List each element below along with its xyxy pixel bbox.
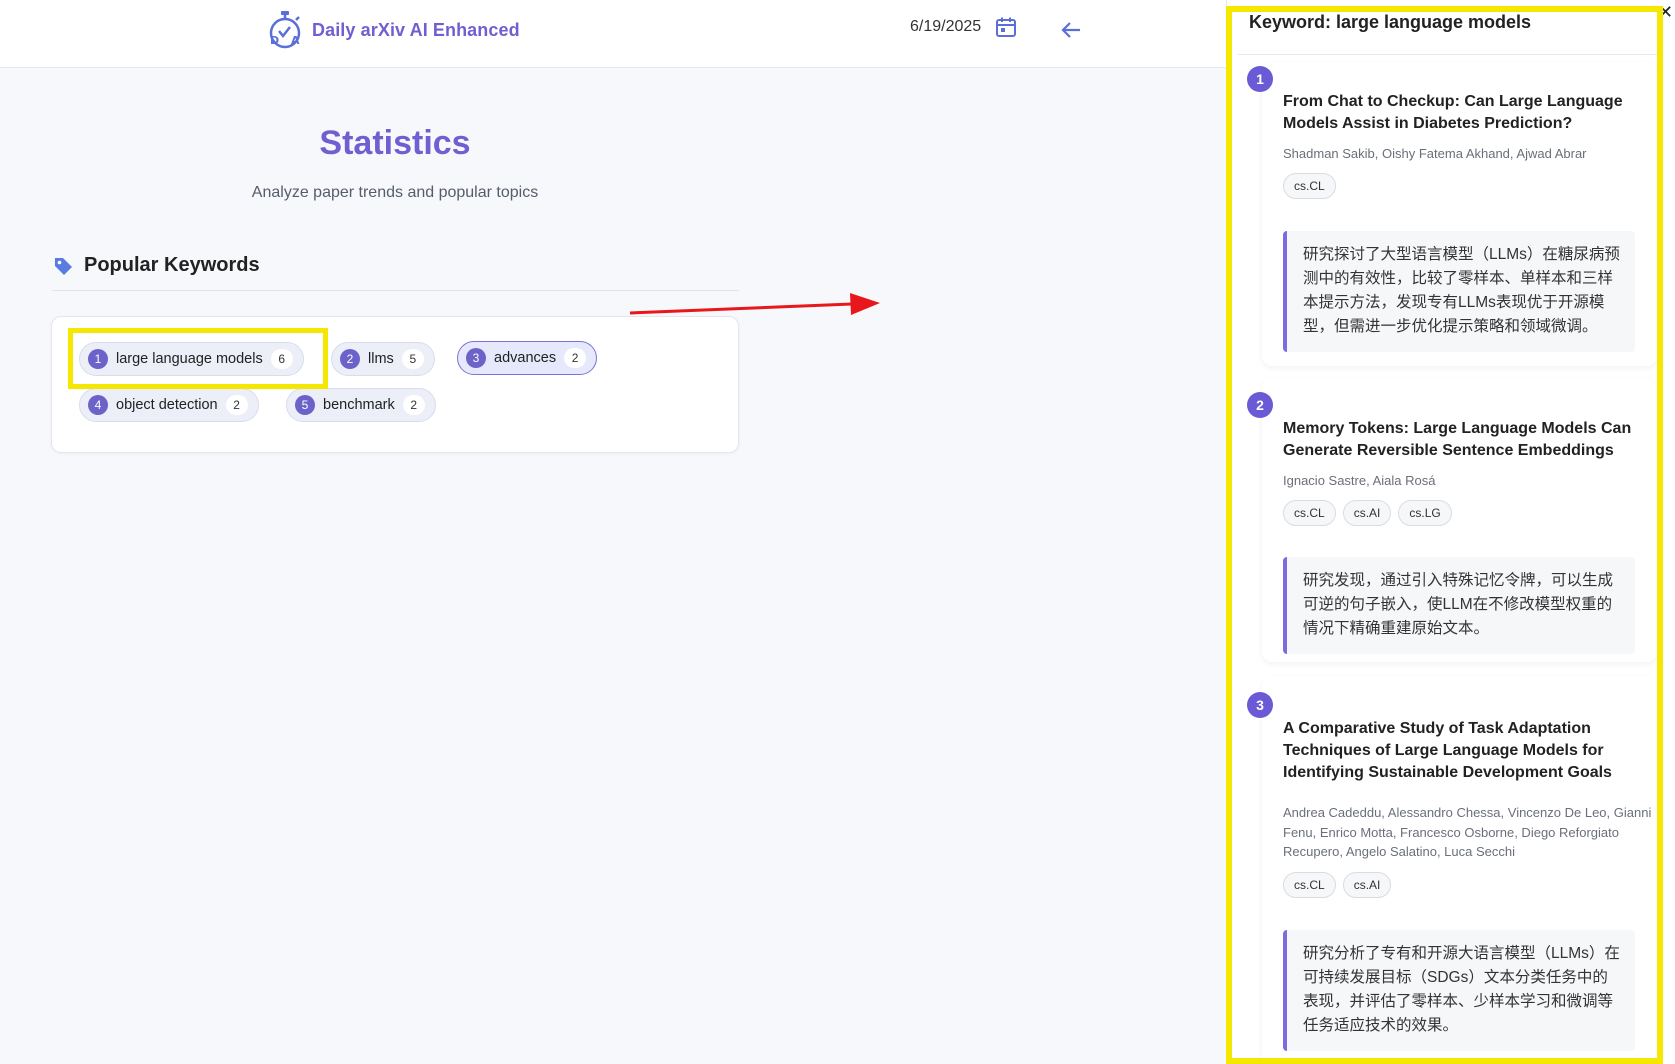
page-title: Statistics <box>319 124 471 162</box>
keyword-chip-llms[interactable]: 2 llms 5 <box>331 342 435 376</box>
paper-authors: Andrea Cadeddu, Alessandro Chessa, Vince… <box>1283 805 1652 859</box>
paper-title[interactable]: A Comparative Study of Task Adaptation T… <box>1283 718 1653 784</box>
category-tag: cs.CL <box>1283 872 1336 898</box>
keywords-card <box>51 316 739 453</box>
keyword-count: 5 <box>401 349 424 369</box>
app-title: Daily arXiv AI Enhanced <box>312 19 520 40</box>
page-subtitle: Analyze paper trends and popular topics <box>251 184 539 201</box>
date-picker[interactable]: 6/19/2025 <box>910 14 1019 40</box>
category-list: cs.CL <box>1283 173 1336 199</box>
paper-title[interactable]: Memory Tokens: Large Language Models Can… <box>1283 418 1653 462</box>
panel-title: Keyword: large language models <box>1249 12 1532 32</box>
section-title: Popular Keywords <box>84 254 260 276</box>
keyword-rank: 3 <box>466 348 486 368</box>
panel-divider <box>1238 54 1658 55</box>
keyword-label: benchmark <box>323 397 395 413</box>
paper-summary: 研究发现，通过引入特殊记忆令牌，可以生成可逆的句子嵌入，使LLM在不修改模型权重… <box>1283 557 1635 654</box>
keyword-label: object detection <box>116 397 218 413</box>
category-list: cs.CL cs.AI cs.LG <box>1283 500 1452 526</box>
calendar-icon[interactable] <box>993 14 1019 40</box>
keyword-chip-advances[interactable]: 3 advances 2 <box>457 341 598 375</box>
keyword-rank: 1 <box>88 349 108 369</box>
category-list: cs.CL cs.AI <box>1283 872 1392 898</box>
paper-rank: 3 <box>1247 692 1273 718</box>
close-icon[interactable]: ✕ <box>1658 2 1674 22</box>
keyword-chip-large-language-models[interactable]: 1 large language models 6 <box>79 342 304 376</box>
stopwatch-logo-icon: D A <box>266 10 304 50</box>
category-tag: cs.CL <box>1283 173 1336 199</box>
keyword-count: 2 <box>564 348 587 368</box>
keyword-chip-benchmark[interactable]: 5 benchmark 2 <box>286 388 436 422</box>
back-arrow-icon[interactable] <box>1058 17 1084 43</box>
top-header: D A Daily arXiv AI Enhanced 6/19/2025 <box>0 0 1226 68</box>
paper-authors: Ignacio Sastre, Aiala Rosá <box>1283 473 1436 488</box>
tag-icon <box>52 255 74 277</box>
logo-letter-a: A <box>291 34 300 47</box>
brand[interactable]: D A Daily arXiv AI Enhanced <box>266 10 520 50</box>
keyword-rank: 2 <box>340 349 360 369</box>
category-tag: cs.LG <box>1398 500 1452 526</box>
paper-title[interactable]: From Chat to Checkup: Can Large Language… <box>1283 91 1653 135</box>
category-tag: cs.AI <box>1342 872 1392 898</box>
keyword-rank: 4 <box>88 395 108 415</box>
keyword-count: 2 <box>225 395 248 415</box>
category-tag: cs.AI <box>1342 500 1392 526</box>
keyword-chip-object-detection[interactable]: 4 object detection 2 <box>79 388 259 422</box>
keyword-label: llms <box>368 351 394 367</box>
keyword-label: advances <box>494 350 557 366</box>
category-tag: cs.CL <box>1283 500 1336 526</box>
paper-authors: Shadman Sakib, Oishy Fatema Akhand, Ajwa… <box>1283 146 1587 161</box>
paper-rank: 2 <box>1247 392 1273 418</box>
paper-summary: 研究探讨了大型语言模型（LLMs）在糖尿病预测中的有效性，比较了零样本、单样本和… <box>1283 231 1635 352</box>
keyword-label: large language models <box>116 351 263 367</box>
popular-keywords-heading: Popular Keywords <box>52 254 260 277</box>
paper-summary: 研究分析了专有和开源大语言模型（LLMs）在可持续发展目标（SDGs）文本分类任… <box>1283 930 1635 1051</box>
logo-letter-d: D <box>270 34 279 47</box>
paper-rank: 1 <box>1247 66 1273 92</box>
keyword-rank: 5 <box>295 395 315 415</box>
keyword-count: 2 <box>402 395 425 415</box>
annotation-arrow-icon <box>630 293 880 315</box>
date-display[interactable]: 6/19/2025 <box>910 18 981 36</box>
keyword-count: 6 <box>270 349 293 369</box>
